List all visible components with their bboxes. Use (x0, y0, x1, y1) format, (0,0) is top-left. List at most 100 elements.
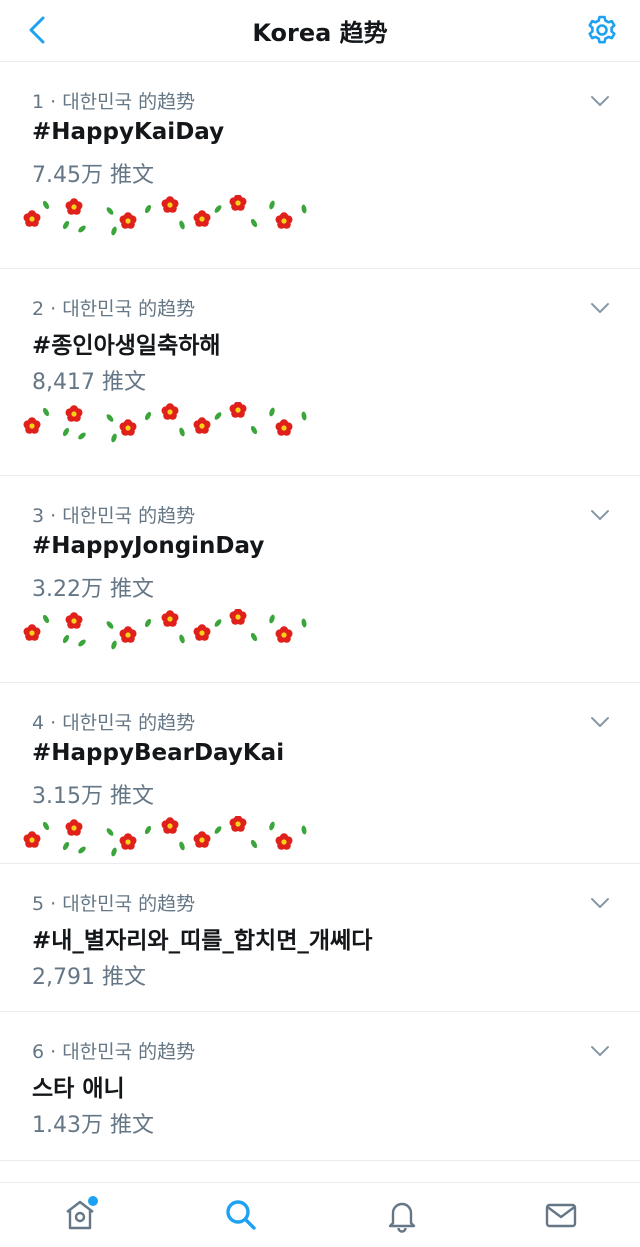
leaf-shape (301, 825, 307, 835)
leaf-shape (179, 427, 185, 437)
flower-shape (193, 831, 211, 848)
leaf-shape (214, 826, 222, 834)
flower-shape (65, 405, 83, 422)
leaf-shape (144, 411, 152, 421)
trend-meta: 2 · 대한민국 的趋势 (32, 298, 196, 320)
flower-shape (119, 626, 137, 643)
leaf-shape (250, 218, 258, 228)
leaf-shape (214, 412, 222, 420)
tweet-count: 8,417 推文 (32, 370, 146, 395)
flower-shape (193, 624, 211, 641)
chevron-down-icon[interactable] (588, 1039, 612, 1063)
leaf-shape (106, 207, 114, 215)
leaf-shape (106, 621, 114, 629)
tab-search[interactable] (219, 1193, 263, 1237)
top-bar: Korea 趋势 (0, 0, 640, 62)
leaf-shape (269, 200, 275, 210)
notification-dot (88, 1196, 98, 1206)
messages-icon (545, 1203, 577, 1228)
leaf-shape (42, 821, 50, 831)
flower-shape (119, 419, 137, 436)
chevron-down-icon[interactable] (588, 296, 612, 320)
leaf-shape (301, 204, 307, 214)
trend-item[interactable]: 4 · 대한민국 的趋势 #HappyBearDayKai 3.15万 推文 (0, 684, 640, 864)
leaf-shape (214, 619, 222, 627)
page-title: Korea 趋势 (252, 19, 388, 47)
flower-decoration (23, 816, 307, 857)
leaf-shape (78, 639, 86, 647)
gear-icon (588, 15, 616, 44)
leaf-shape (250, 839, 258, 849)
flower-shape (23, 210, 41, 227)
flower-shape (193, 210, 211, 227)
trend-name: #HappyJonginDay (32, 533, 265, 559)
leaf-shape (42, 200, 50, 210)
leaf-shape (78, 432, 86, 440)
flower-shape (65, 198, 83, 215)
chevron-down-icon[interactable] (588, 503, 612, 527)
leaf-shape (62, 427, 70, 437)
leaf-shape (269, 821, 275, 831)
flower-shape (275, 212, 293, 229)
leaf-shape (179, 841, 185, 851)
leaf-shape (179, 634, 185, 644)
leaf-shape (78, 225, 86, 233)
flower-shape (275, 626, 293, 643)
leaf-shape (111, 433, 117, 443)
flower-shape (229, 816, 247, 832)
settings-button[interactable] (582, 10, 622, 50)
flower-shape (161, 610, 179, 627)
trend-item[interactable]: 3 · 대한민국 的趋势 #HappyJonginDay 3.22万 推文 (0, 477, 640, 683)
flower-shape (161, 196, 179, 213)
flower-decoration (23, 609, 307, 650)
leaf-shape (144, 825, 152, 835)
trend-item[interactable]: 1 · 대한민국 的趋势 #HappyKaiDay 7.45万 推文 (0, 63, 640, 269)
flower-shape (161, 403, 179, 420)
flower-decoration (23, 402, 307, 443)
trend-item[interactable]: 5 · 대한민국 的趋势 #내_별자리와_띠를_합치면_개쎄다 2,791 推文 (0, 865, 640, 1012)
flower-shape (23, 417, 41, 434)
flower-shape (161, 817, 179, 834)
leaf-shape (42, 407, 50, 417)
trend-meta: 4 · 대한민국 的趋势 (32, 712, 196, 734)
trend-meta: 6 · 대한민국 的趋势 (32, 1041, 196, 1063)
flower-shape (229, 195, 247, 211)
bottom-tab-bar (0, 1182, 640, 1247)
tweet-count: 2,791 推文 (32, 965, 146, 990)
trend-name: #HappyKaiDay (32, 119, 225, 145)
leaf-shape (111, 847, 117, 857)
leaf-shape (250, 632, 258, 642)
leaf-shape (144, 618, 152, 628)
flower-decoration (23, 195, 307, 236)
tweet-count: 1.43万 推文 (32, 1113, 154, 1138)
flower-shape (23, 624, 41, 641)
chevron-down-icon[interactable] (588, 710, 612, 734)
leaf-shape (111, 640, 117, 650)
leaf-shape (301, 618, 307, 628)
trend-name: 스타 애니 (32, 1076, 125, 1102)
leaf-shape (62, 220, 70, 230)
trend-meta: 1 · 대한민국 的趋势 (32, 91, 196, 113)
chevron-down-icon[interactable] (588, 891, 612, 915)
leaf-shape (106, 414, 114, 422)
leaf-shape (214, 205, 222, 213)
leaf-shape (42, 614, 50, 624)
flower-shape (119, 833, 137, 850)
chevron-down-icon[interactable] (588, 89, 612, 113)
leaf-shape (179, 220, 185, 230)
trend-item[interactable]: 2 · 대한민국 的趋势 #종인아생일축하해 8,417 推文 (0, 270, 640, 476)
trend-item[interactable]: 6 · 대한민국 的趋势 스타 애니 1.43万 推文 (0, 1013, 640, 1161)
flower-shape (65, 819, 83, 836)
leaf-shape (78, 846, 86, 854)
flower-shape (119, 212, 137, 229)
flower-shape (229, 609, 247, 625)
leaf-shape (250, 425, 258, 435)
trend-name: #HappyBearDayKai (32, 740, 285, 766)
tab-messages[interactable] (539, 1193, 583, 1237)
search-icon (226, 1200, 256, 1230)
flower-shape (23, 831, 41, 848)
flower-shape (275, 419, 293, 436)
flower-shape (275, 833, 293, 850)
flower-shape (65, 612, 83, 629)
tab-notifications[interactable] (380, 1193, 424, 1237)
